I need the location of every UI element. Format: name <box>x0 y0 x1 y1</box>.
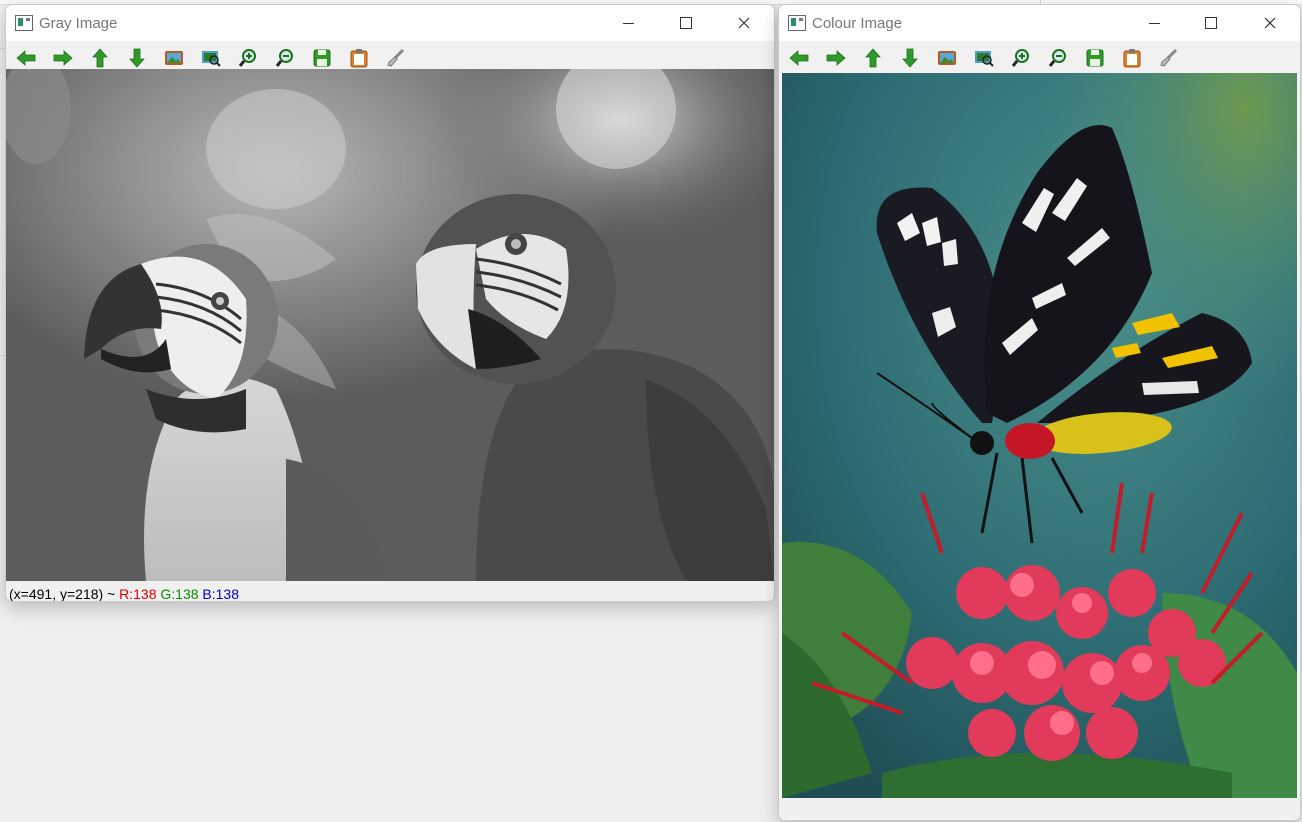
arrow-up-icon <box>92 48 108 68</box>
gray-image-canvas[interactable] <box>6 69 774 581</box>
window-title: Gray Image <box>39 15 118 32</box>
maximize-icon <box>1205 17 1217 29</box>
zoom-in-icon <box>1011 49 1029 67</box>
close-button[interactable] <box>1250 11 1290 35</box>
window-title: Colour Image <box>812 15 903 32</box>
image-icon <box>165 51 183 65</box>
toolbar-button-image[interactable] <box>163 48 185 68</box>
toolbar-button-arrow-left[interactable] <box>15 48 37 68</box>
zoom-fit-icon <box>202 51 221 67</box>
pixel-green-value: G:138 <box>160 586 199 602</box>
colour-image-canvas[interactable] <box>782 73 1297 798</box>
toolbar-button-arrow-up[interactable] <box>89 48 111 68</box>
gray-image-window: Gray Image (x=491, y=218) ~ R:138 G:138 … <box>5 4 775 602</box>
toolbar-button-zoom-out[interactable] <box>1047 48 1069 68</box>
status-bar <box>779 798 1300 818</box>
zoom-out-icon <box>275 49 293 67</box>
arrow-down-icon <box>902 48 918 68</box>
close-icon <box>738 17 750 29</box>
toolbar-button-save[interactable] <box>311 48 333 68</box>
title-bar[interactable]: Gray Image <box>6 5 774 41</box>
save-icon <box>313 49 331 67</box>
toolbar-button-arrow-up[interactable] <box>862 48 884 68</box>
toolbar-button-image[interactable] <box>936 48 958 68</box>
toolbar <box>779 41 1300 73</box>
maximize-button[interactable] <box>1191 11 1231 35</box>
arrow-right-icon <box>53 50 73 66</box>
arrow-right-icon <box>826 50 846 66</box>
brush-icon <box>1160 48 1178 67</box>
arrow-left-icon <box>16 50 36 66</box>
toolbar-button-zoom-out[interactable] <box>274 48 296 68</box>
zoom-out-icon <box>1048 49 1066 67</box>
clipboard-icon <box>350 49 368 68</box>
butterfly-image <box>782 73 1297 798</box>
save-icon <box>1086 49 1104 67</box>
title-bar[interactable]: Colour Image <box>779 5 1300 41</box>
toolbar-button-arrow-down[interactable] <box>126 48 148 68</box>
toolbar-button-clipboard[interactable] <box>348 48 370 68</box>
toolbar-button-zoom-fit[interactable] <box>973 48 995 68</box>
pixel-blue-value: B:138 <box>202 586 240 602</box>
minimize-button[interactable] <box>1134 11 1174 35</box>
toolbar-button-zoom-fit[interactable] <box>200 48 222 68</box>
close-icon <box>1264 17 1276 29</box>
toolbar-button-arrow-right[interactable] <box>825 48 847 68</box>
window-app-icon <box>788 15 806 31</box>
parrots-image <box>6 69 774 581</box>
toolbar-button-brush[interactable] <box>1158 48 1180 68</box>
toolbar-button-arrow-down[interactable] <box>899 48 921 68</box>
toolbar-button-zoom-in[interactable] <box>237 48 259 68</box>
arrow-down-icon <box>129 48 145 68</box>
minimize-button[interactable] <box>608 11 648 35</box>
zoom-in-icon <box>238 49 256 67</box>
toolbar-button-save[interactable] <box>1084 48 1106 68</box>
colour-image-window: Colour Image <box>778 4 1301 821</box>
close-button[interactable] <box>724 11 764 35</box>
arrow-up-icon <box>865 48 881 68</box>
minimize-icon <box>1148 22 1160 24</box>
arrow-left-icon <box>789 50 809 66</box>
toolbar-button-arrow-right[interactable] <box>52 48 74 68</box>
status-bar: (x=491, y=218) ~ R:138 G:138 B:138 <box>6 581 774 601</box>
brush-icon <box>387 48 405 67</box>
minimize-icon <box>622 22 634 24</box>
zoom-fit-icon <box>975 51 994 67</box>
toolbar-button-brush[interactable] <box>385 48 407 68</box>
window-app-icon <box>15 15 33 31</box>
image-icon <box>938 51 956 65</box>
pixel-coordinates: (x=491, y=218) ~ <box>9 586 116 602</box>
clipboard-icon <box>1123 49 1141 68</box>
toolbar-button-clipboard[interactable] <box>1121 48 1143 68</box>
maximize-button[interactable] <box>666 11 706 35</box>
toolbar-button-zoom-in[interactable] <box>1010 48 1032 68</box>
pixel-red-value: R:138 <box>119 586 157 602</box>
toolbar-button-arrow-left[interactable] <box>788 48 810 68</box>
maximize-icon <box>680 17 692 29</box>
